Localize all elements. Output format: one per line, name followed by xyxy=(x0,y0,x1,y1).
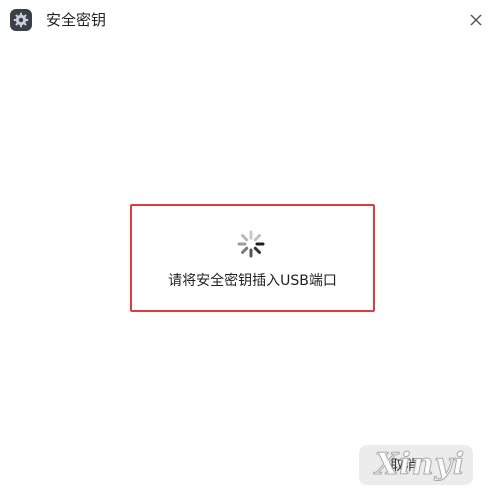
settings-gear-icon xyxy=(10,9,32,31)
security-key-dialog: 安全密钥 请将安全密钥插入USB端口 取消 Xinyi xyxy=(0,0,498,493)
loading-spinner-icon xyxy=(235,228,267,260)
title-bar: 安全密钥 xyxy=(0,0,498,40)
insert-key-prompt: 请将安全密钥插入USB端口 xyxy=(130,204,375,312)
cancel-button[interactable]: 取消 Xinyi xyxy=(359,445,473,485)
window-title: 安全密钥 xyxy=(46,11,107,29)
insert-key-message: 请将安全密钥插入USB端口 xyxy=(168,273,337,289)
close-icon[interactable] xyxy=(466,10,486,30)
cancel-button-label: 取消 xyxy=(390,457,418,473)
